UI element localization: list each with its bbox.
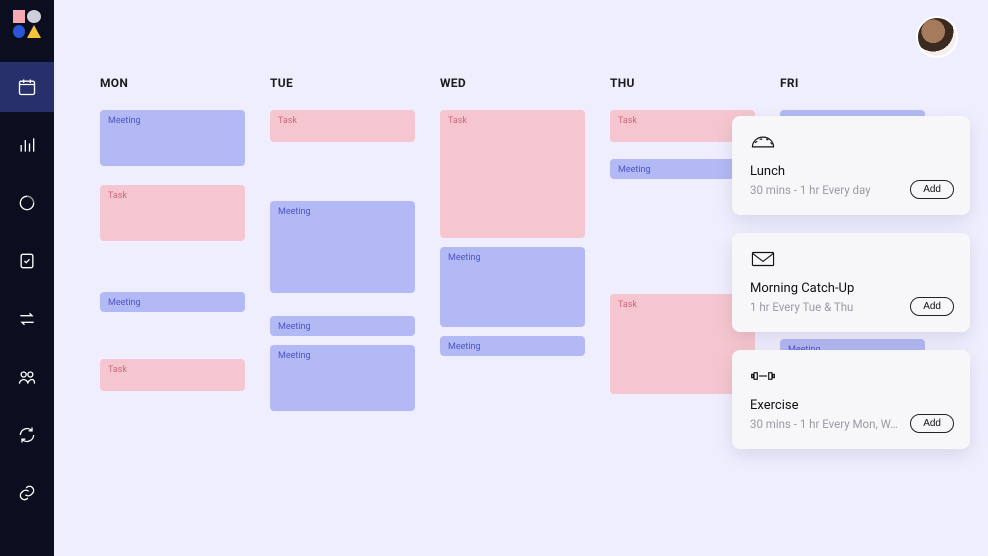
day-header: MON [100,76,245,90]
col-tue: TUE Task Meeting Meeting Meeting [270,76,415,420]
nav-team[interactable] [0,352,54,402]
event-meeting[interactable]: Meeting [440,247,585,327]
avatar[interactable] [916,16,958,58]
swap-icon [17,309,37,329]
add-button[interactable]: Add [910,414,954,433]
nav-repeat[interactable] [0,294,54,344]
event-meeting[interactable]: Meeting [440,336,585,356]
add-button[interactable]: Add [910,180,954,199]
event-task[interactable]: Task [270,110,415,142]
add-button[interactable]: Add [910,297,954,316]
sync-icon [17,425,37,445]
suggestion-subtitle: 1 hr Every Tue & Thu [750,300,900,314]
sidebar [0,0,54,556]
suggestion-title: Morning Catch-Up [750,281,952,296]
day-header: TUE [270,76,415,90]
suggestion-card: Morning Catch-Up 1 hr Every Tue & Thu Ad… [732,233,970,332]
clipboard-check-icon [17,251,37,271]
event-task[interactable]: Task [100,359,245,391]
event-meeting[interactable]: Meeting [270,316,415,336]
nav-progress[interactable] [0,178,54,228]
day-header: WED [440,76,585,90]
taco-icon [750,132,952,156]
link-icon [17,483,37,503]
nav-analytics[interactable] [0,120,54,170]
col-wed: WED Task Meeting Meeting [440,76,585,420]
event-meeting[interactable]: Meeting [270,345,415,411]
suggestion-title: Exercise [750,398,952,413]
event-meeting[interactable]: Meeting [270,201,415,293]
dumbbell-icon [750,366,952,390]
event-task[interactable]: Task [100,185,245,241]
event-task[interactable]: Task [440,110,585,238]
col-mon: MON Meeting Task Meeting Task [100,76,245,420]
suggestion-subtitle: 30 mins - 1 hr Every day [750,183,900,197]
progress-ring-icon [17,193,37,213]
suggestion-card: Exercise 30 mins - 1 hr Every Mon, W… Ad… [732,350,970,449]
event-meeting[interactable]: Meeting [100,292,245,312]
suggestions-panel: Lunch 30 mins - 1 hr Every day Add Morni… [732,116,970,449]
people-icon [17,367,37,387]
suggestion-card: Lunch 30 mins - 1 hr Every day Add [732,116,970,215]
calendar-icon [17,77,37,97]
logo-icon [13,10,41,38]
day-header: THU [610,76,755,90]
suggestion-subtitle: 30 mins - 1 hr Every Mon, W… [750,417,900,431]
bars-icon [17,135,37,155]
day-header: FRI [780,76,925,90]
nav-tasks[interactable] [0,236,54,286]
nav-link[interactable] [0,468,54,518]
event-meeting[interactable]: Meeting [100,110,245,166]
nav-calendar[interactable] [0,62,54,112]
mail-icon [750,249,952,273]
nav-sync[interactable] [0,410,54,460]
suggestion-title: Lunch [750,164,952,179]
